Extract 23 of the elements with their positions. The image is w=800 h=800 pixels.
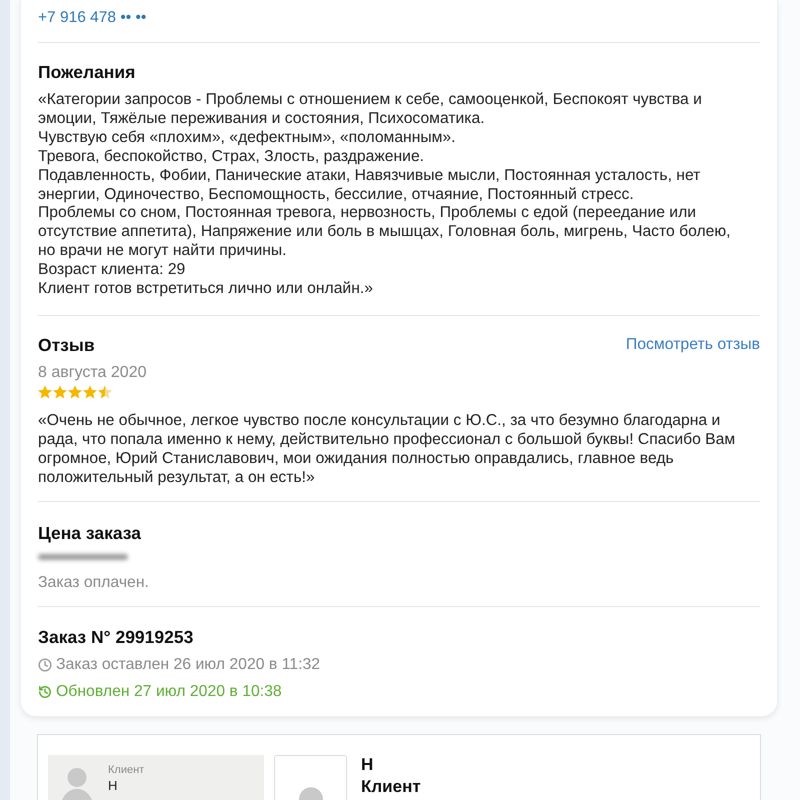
- preview-name: Н: [108, 778, 118, 794]
- updated-date: Обновлен 27 июл 2020 в 10:38: [56, 682, 282, 702]
- section-title: Пожелания: [38, 62, 136, 82]
- star-icon: [53, 384, 67, 399]
- preview-label: Клиент: [108, 762, 144, 777]
- payment-status: Заказ оплачен.: [38, 572, 150, 593]
- wishes-text: «Категории запросов - Проблемы с отношением к себе, самооценкой, Беспокоят чувства и эмоции, Тяжёлые переживания и состояния, Психосоматика. Чувствую себя «плохим», «дефектным», «поломанным». Тревога, беспокойство, Страх, Злость, раздражение. Подавленность, Фобии, Панические атаки, Навязчивые мысли, Постоянная усталость, нет энергии, Одиночество, Беспомощность, бессилие, отчаяние, Постоянный стресс. Проблемы со сном, Постоянная тревога, нервозность, Проблемы с едой (переедание или отсутствие аппетита), Напряжение или боль в мышцах, Головная боль, мигрень, Часто болею, но врачи не могут найти причины. Возраст клиента: 29 Клиент готов встретиться лично или онлайн.»: [38, 91, 732, 299]
- star-icon: [83, 384, 97, 399]
- clock-arrow-icon: [38, 684, 52, 699]
- review-date: 8 августа 2020: [38, 362, 148, 383]
- half-star-icon: [98, 384, 112, 399]
- client-role: Клиент: [361, 776, 421, 797]
- section-title: Отзыв: [38, 334, 95, 355]
- star-icon: [38, 384, 52, 399]
- view-review-link[interactable]: Посмотреть отзыв: [626, 334, 760, 355]
- star-icon: [68, 384, 82, 399]
- section-title: Цена заказа: [38, 522, 142, 543]
- order-number: Заказ N° 29919253: [38, 626, 194, 647]
- review-text: «Очень не обычное, легкое чувство после консультации с Ю.С., за что безумно благодарна и рада, что попала именно к нему, действительно профессионал с большой буквы! Спасибо Вам огромное, Юрий Станиславович, мои ожидания полностью оправдались, главное ведь положительный результат, а он есть!»: [38, 410, 736, 487]
- client-name: Н: [361, 754, 374, 775]
- clock-icon: [38, 658, 52, 672]
- phone-link[interactable]: +7 916 478 •• ••: [38, 9, 146, 26]
- created-date: Заказ оставлен 26 июл 2020 в 11:32: [56, 654, 320, 675]
